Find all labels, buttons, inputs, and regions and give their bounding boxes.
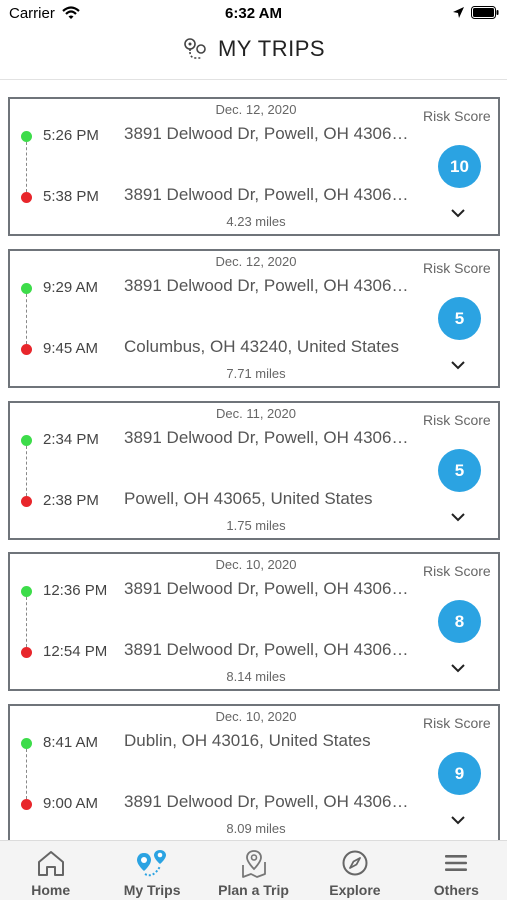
start-address: 3891 Delwood Dr, Powell, OH 43065, Unite… — [124, 579, 412, 598]
trip-card[interactable]: Dec. 12, 2020 5:26 PM 3891 Delwood Dr, P… — [8, 97, 500, 236]
trip-distance: 4.23 miles — [226, 214, 286, 229]
start-time: 12:36 PM — [43, 582, 108, 599]
end-dot — [21, 799, 32, 810]
chevron-down-icon[interactable] — [451, 664, 465, 673]
tab-others[interactable]: Others — [406, 841, 507, 900]
risk-score-label: Risk Score — [423, 108, 491, 124]
start-time: 5:26 PM — [43, 127, 99, 144]
page-header: MY TRIPS — [0, 28, 507, 80]
end-time: 9:00 AM — [43, 795, 99, 812]
trip-distance: 8.09 miles — [226, 821, 286, 836]
tab-plan-a-trip[interactable]: Plan a Trip — [203, 841, 304, 900]
start-time: 8:41 AM — [43, 734, 99, 751]
start-dot — [21, 586, 32, 597]
end-dot — [21, 344, 32, 355]
end-address: 3891 Delwood Dr, Powell, OH 43065, Unite… — [124, 640, 412, 659]
risk-score-label: Risk Score — [423, 563, 491, 579]
end-time: 2:38 PM — [43, 492, 99, 509]
risk-score-label: Risk Score — [423, 715, 491, 731]
tab-label: Plan a Trip — [218, 882, 289, 898]
start-dot — [21, 283, 32, 294]
tab-my-trips[interactable]: My Trips — [101, 841, 202, 900]
menu-icon — [445, 855, 468, 871]
home-icon — [37, 851, 64, 876]
location-arrow-icon — [453, 7, 464, 18]
risk-score-badge: 5 — [438, 449, 481, 492]
tab-bar: Home My Trips Plan a Trip Explore Others — [0, 840, 507, 900]
route-line — [26, 142, 27, 192]
trip-list[interactable]: Dec. 12, 2020 5:26 PM 3891 Delwood Dr, P… — [0, 80, 507, 840]
route-line — [26, 749, 27, 799]
route-line — [26, 597, 27, 647]
end-address: 3891 Delwood Dr, Powell, OH 43065, Unite… — [124, 792, 412, 811]
start-address: 3891 Delwood Dr, Powell, OH 43065, Unite… — [124, 276, 412, 295]
end-dot — [21, 496, 32, 507]
trip-distance: 8.14 miles — [226, 669, 286, 684]
start-address: Dublin, OH 43016, United States — [124, 731, 371, 750]
start-address: 3891 Delwood Dr, Powell, OH 43065, Unite… — [124, 428, 412, 447]
start-time: 2:34 PM — [43, 431, 99, 448]
tab-label: Others — [433, 882, 479, 898]
tab-explore[interactable]: Explore — [304, 841, 405, 900]
tab-label: My Trips — [123, 882, 181, 898]
trip-card[interactable]: Dec. 10, 2020 12:36 PM 3891 Delwood Dr, … — [8, 552, 500, 691]
end-address: Columbus, OH 43240, United States — [124, 337, 399, 356]
risk-score-label: Risk Score — [423, 412, 491, 428]
trip-distance: 7.71 miles — [226, 366, 286, 381]
clock: 6:32 AM — [225, 5, 282, 22]
start-dot — [21, 435, 32, 446]
route-icon — [184, 38, 206, 59]
tab-label: Home — [31, 882, 71, 898]
compass-icon — [342, 850, 368, 876]
chevron-down-icon[interactable] — [451, 209, 465, 218]
battery-icon — [471, 6, 499, 19]
risk-score-badge: 9 — [438, 752, 481, 795]
trips-icon — [137, 850, 167, 877]
page-title: MY TRIPS — [217, 36, 326, 61]
start-address: 3891 Delwood Dr, Powell, OH 43065, Unite… — [124, 124, 412, 143]
route-line — [26, 294, 27, 344]
trip-card[interactable]: Dec. 12, 2020 9:29 AM 3891 Delwood Dr, P… — [8, 249, 500, 388]
route-line — [26, 446, 27, 496]
status-bar: Carrier 6:32 AM — [0, 0, 507, 28]
chevron-down-icon[interactable] — [451, 816, 465, 825]
end-time: 12:54 PM — [43, 643, 108, 660]
end-address: Powell, OH 43065, United States — [124, 489, 373, 508]
risk-score-badge: 8 — [438, 600, 481, 643]
trip-card[interactable]: Dec. 10, 2020 8:41 AM Dublin, OH 43016, … — [8, 704, 500, 840]
trip-card[interactable]: Dec. 11, 2020 2:34 PM 3891 Delwood Dr, P… — [8, 401, 500, 540]
trip-distance: 1.75 miles — [226, 518, 286, 533]
start-dot — [21, 131, 32, 142]
end-dot — [21, 647, 32, 658]
map-pin-icon — [241, 850, 266, 878]
tab-home[interactable]: Home — [0, 841, 101, 900]
tab-label: Explore — [329, 882, 381, 898]
risk-score-badge: 5 — [438, 297, 481, 340]
risk-score-badge: 10 — [438, 145, 481, 188]
end-dot — [21, 192, 32, 203]
start-time: 9:29 AM — [43, 279, 99, 296]
end-address: 3891 Delwood Dr, Powell, OH 43065, Unite… — [124, 185, 412, 204]
risk-score-label: Risk Score — [423, 260, 491, 276]
start-dot — [21, 738, 32, 749]
end-time: 9:45 AM — [43, 340, 99, 357]
end-time: 5:38 PM — [43, 188, 99, 205]
chevron-down-icon[interactable] — [451, 361, 465, 370]
chevron-down-icon[interactable] — [451, 513, 465, 522]
